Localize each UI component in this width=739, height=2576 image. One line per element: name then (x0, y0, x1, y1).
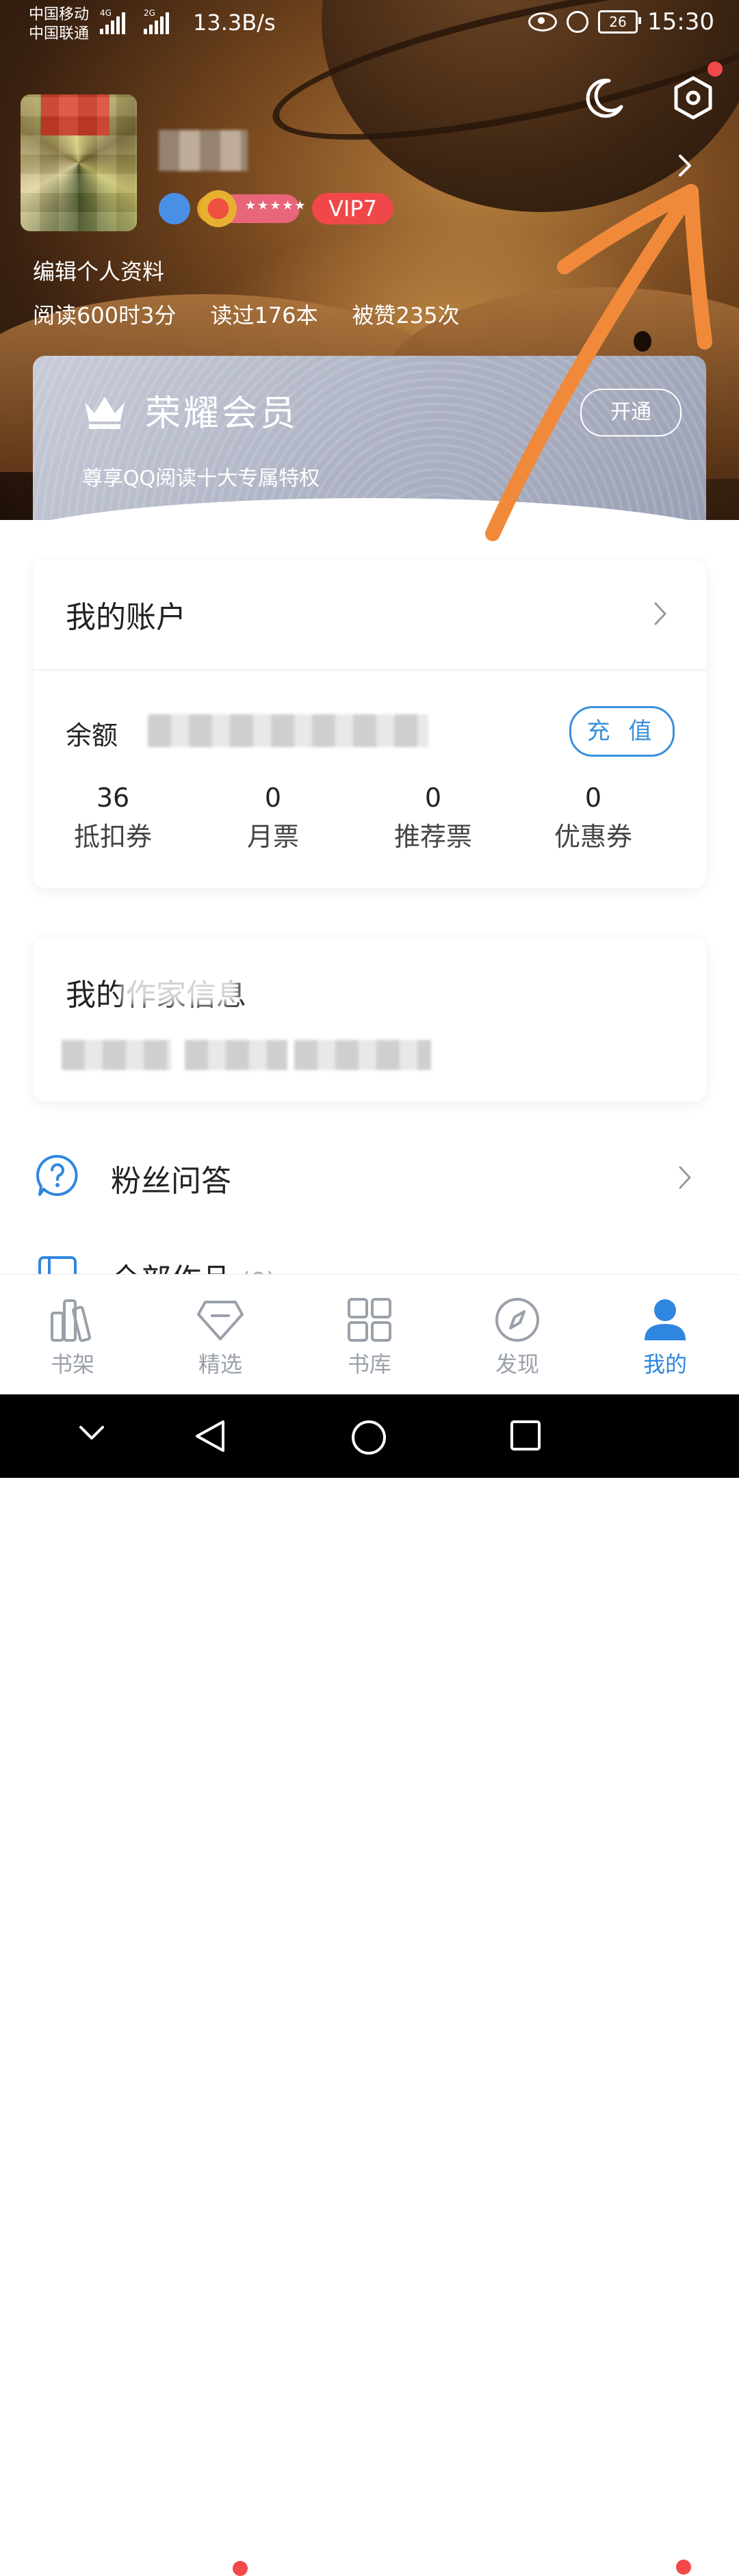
stat-books-read: 读过176本 (210, 302, 318, 328)
ticket-monthly[interactable]: 0 月票 (193, 783, 353, 853)
avatar-mosaic (21, 94, 137, 231)
status-bar: 中国移动 中国联通 4G 2G 13.3B/s 26 15:30 (0, 0, 739, 51)
crown-icon (85, 397, 125, 429)
all-works-row[interactable]: 全部作品 (0) (0, 1245, 739, 1274)
ticket-recommend[interactable]: 0 推荐票 (353, 783, 513, 853)
system-navigation-bar (0, 1394, 739, 1478)
night-mode-icon[interactable] (582, 75, 627, 120)
moon-badge-icon[interactable] (159, 193, 190, 224)
tab-bookshelf[interactable]: 书架 (4, 1295, 141, 1379)
question-icon (36, 1154, 78, 1196)
tab-featured[interactable]: 精选 (152, 1295, 289, 1379)
carrier-1: 中国移动 (29, 6, 90, 23)
ticket-label: 优惠券 (554, 822, 632, 852)
eye-comfort-icon (528, 12, 558, 31)
signal-icon-2: 2G (144, 8, 169, 34)
profile-header: 中国移动 中国联通 4G 2G 13.3B/s 26 15:30 ★★★★★ V… (0, 0, 739, 520)
vip-open-button[interactable]: 开通 (580, 389, 682, 437)
all-works-label: 全部作品 (0) (111, 1255, 276, 1274)
status-right: 26 15:30 (528, 8, 714, 36)
author-info-card[interactable]: 我的作家信息 (33, 937, 706, 1102)
stat-likes: 被赞235次 (352, 302, 460, 328)
ticket-value: 0 (264, 783, 282, 813)
ticket-coupon[interactable]: 0 优惠券 (513, 783, 673, 853)
tab-label: 我的 (643, 1351, 687, 1377)
tab-label: 书库 (347, 1351, 391, 1377)
all-works-count: (0) (241, 1268, 276, 1274)
grid-icon (348, 1298, 391, 1342)
recents-icon[interactable] (509, 1419, 542, 1452)
reading-stats: 阅读600时3分 读过176本 被赞235次 (33, 298, 460, 330)
author-stat-blurred (294, 1040, 431, 1070)
level-stars: ★★★★★ (245, 198, 307, 213)
person-icon (645, 1299, 686, 1340)
ticket-label: 月票 (246, 822, 299, 852)
account-title[interactable]: 我的账户 (66, 593, 186, 636)
username-blurred (159, 130, 248, 171)
ticket-label: 抵扣券 (73, 822, 152, 852)
home-icon[interactable] (350, 1419, 387, 1456)
edit-profile-link[interactable]: 编辑个人资料 (33, 255, 164, 286)
diamond-icon (197, 1301, 244, 1340)
stat-reading-time: 阅读600时3分 (33, 302, 177, 328)
author-stat-blurred (62, 1040, 171, 1070)
recharge-button[interactable]: 充 值 (569, 706, 675, 757)
ticket-value: 0 (584, 783, 602, 813)
bookshelf-icon (51, 1299, 91, 1342)
profile-chevron-icon[interactable] (675, 152, 695, 179)
clock: 15:30 (647, 8, 714, 36)
bottom-tab-bar: 书架 精选 书库 发现 我的 (0, 1274, 739, 2576)
avatar[interactable] (21, 94, 137, 231)
account-card: 我的账户 余额 充 值 36 抵扣券 0 月票 0 推荐票 0 优惠券 (33, 560, 706, 888)
mine-notification-dot (676, 2560, 691, 2575)
all-works-text: 全部作品 (111, 1262, 231, 1274)
alarm-icon (567, 11, 589, 33)
author-stat-blurred (185, 1040, 287, 1070)
fans-qa-row[interactable]: 粉丝问答 (0, 1137, 739, 1219)
signal-2-tag: 2G (144, 8, 155, 18)
level-badge[interactable]: ★★★★★ (197, 190, 306, 227)
tab-label: 精选 (198, 1351, 242, 1377)
featured-notification-dot (233, 2561, 248, 2576)
works-icon (38, 1256, 77, 1274)
ticket-value: 36 (96, 783, 130, 813)
tab-library[interactable]: 书库 (301, 1295, 438, 1379)
settings-icon[interactable] (671, 75, 716, 120)
balance-value-blurred (148, 714, 428, 747)
carrier-labels: 中国移动 中国联通 (29, 5, 89, 44)
account-divider (33, 669, 706, 671)
hide-keyboard-icon[interactable] (78, 1419, 105, 1446)
tab-label: 发现 (495, 1351, 539, 1377)
tab-mine[interactable]: 我的 (597, 1295, 734, 1379)
battery-icon: 26 (598, 10, 642, 34)
compass-icon (495, 1298, 539, 1342)
tab-label: 书架 (50, 1351, 94, 1377)
carrier-2: 中国联通 (29, 25, 90, 42)
ticket-deduction[interactable]: 36 抵扣券 (33, 783, 193, 853)
fans-qa-label: 粉丝问答 (111, 1164, 231, 1199)
vip-card-subtitle: 尊享QQ阅读十大专属特权 (82, 467, 320, 491)
back-icon[interactable] (193, 1419, 227, 1453)
tab-discover[interactable]: 发现 (449, 1295, 586, 1379)
signal-1-tag: 4G (100, 8, 112, 18)
ticket-label: 推荐票 (393, 822, 472, 852)
network-speed: 13.3B/s (193, 10, 276, 36)
settings-notification-dot (708, 62, 723, 77)
vip-card-title: 荣耀会员 (145, 393, 299, 434)
author-title-blur (122, 957, 238, 1004)
fans-qa-chevron-icon (679, 1166, 691, 1189)
balance-label: 余额 (66, 720, 118, 751)
vip-membership-card[interactable]: 荣耀会员 尊享QQ阅读十大专属特权 开通 (33, 356, 706, 520)
signal-icon: 4G (100, 8, 125, 34)
account-chevron-icon[interactable] (653, 601, 668, 627)
ticket-value: 0 (424, 783, 442, 813)
vip-badge[interactable]: VIP7 (312, 193, 393, 224)
figure-decoration (634, 331, 651, 352)
badge-row: ★★★★★ VIP7 (159, 190, 393, 227)
